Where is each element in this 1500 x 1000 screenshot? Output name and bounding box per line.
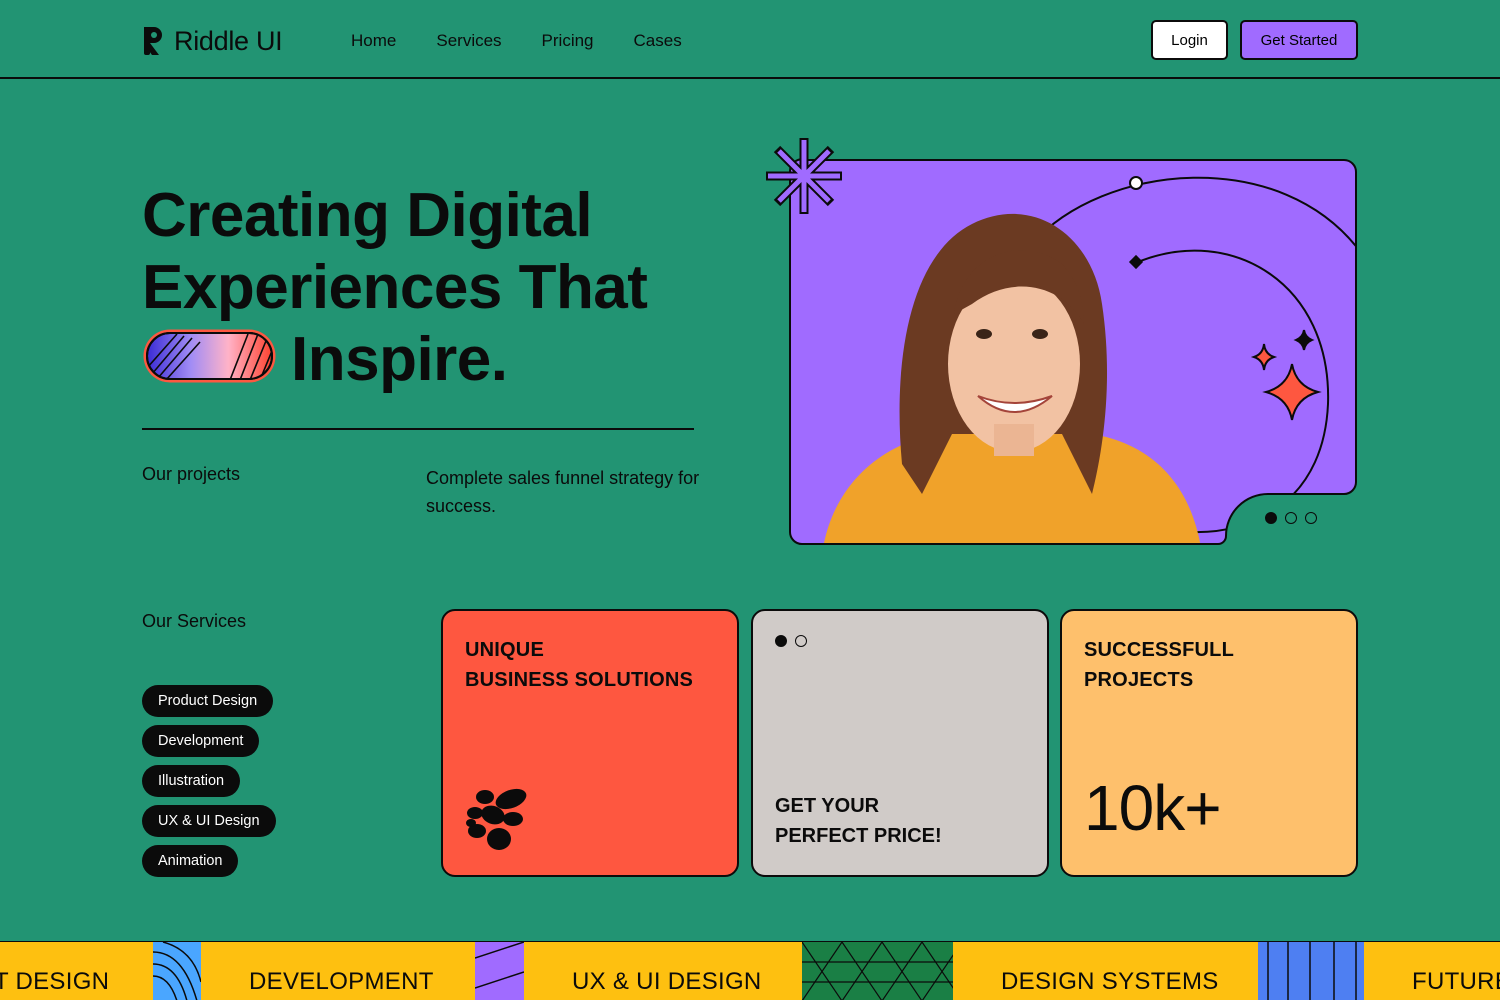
marquee-triangle-grid-icon [802, 942, 953, 1000]
services-label: Our Services [142, 611, 247, 631]
hero-title-line-3-wrap: Inspire. [142, 324, 742, 396]
card-price-dots [775, 635, 1025, 647]
card-projects-line-1: SUCCESSFULL [1084, 639, 1234, 661]
card-price-line-2: PERFECT PRICE! [775, 825, 942, 847]
orbit-node-icon [1129, 176, 1143, 190]
card-projects-heading: SUCCESSFULL PROJECTS [1084, 635, 1334, 695]
nav-cases[interactable]: Cases [634, 31, 682, 51]
nav-home[interactable]: Home [351, 31, 396, 51]
main-nav: Home Services Pricing Cases [351, 31, 682, 51]
nav-services[interactable]: Services [436, 31, 501, 51]
marquee-item-1: T DESIGN [0, 968, 110, 995]
logo-mark-icon [144, 27, 162, 55]
logo-text: Riddle UI [174, 25, 283, 56]
tag-ux-ui-design[interactable]: UX & UI Design [142, 805, 276, 837]
marquee-bars-icon [1258, 942, 1364, 1000]
card-business-heading: UNIQUE BUSINESS SOLUTIONS [465, 635, 715, 695]
marquee-item-4: DESIGN SYSTEMS [1001, 968, 1219, 995]
carousel-dot-2[interactable] [1285, 512, 1297, 524]
card-dot-2[interactable] [795, 635, 807, 647]
tag-animation[interactable]: Animation [142, 845, 239, 877]
logo[interactable]: Riddle UI [142, 24, 283, 58]
card-perfect-price[interactable]: GET YOUR PERFECT PRICE! [751, 609, 1049, 877]
carousel-dot-3[interactable] [1305, 512, 1317, 524]
our-projects-link[interactable]: Our projects [142, 464, 240, 485]
projects-count: 10k+ [1084, 772, 1222, 844]
asterisk-burst-icon [766, 138, 842, 214]
card-business-line-2: BUSINESS SOLUTIONS [465, 669, 694, 691]
marquee-stripe-icon [475, 942, 524, 1000]
marquee-item-5: FUTURE [1412, 968, 1500, 995]
hero-divider [142, 428, 694, 430]
card-projects-line-2: PROJECTS [1084, 669, 1194, 691]
carousel-dot-1[interactable] [1265, 512, 1277, 524]
marquee-arc-pattern-icon [153, 942, 201, 1000]
hero-title-line-3: Inspire. [291, 325, 508, 394]
hero-image-card [762, 134, 1362, 550]
hero-title-line-1: Creating Digital [142, 181, 593, 250]
gradient-pill-icon [143, 329, 276, 383]
nav-pricing[interactable]: Pricing [542, 31, 594, 51]
marquee-item-2: DEVELOPMENT [249, 968, 434, 995]
services-marquee: T DESIGN DEVELOPMENT UX & UI DESIGN DESI… [0, 941, 1500, 1000]
site-header: Riddle UI Home Services Pricing Cases Lo… [0, 0, 1500, 79]
card-dot-1[interactable] [775, 635, 787, 647]
hero-description: Complete sales funnel strategy for succe… [426, 468, 700, 516]
hero-carousel-dots [1265, 512, 1317, 524]
tag-illustration[interactable]: Illustration [142, 765, 241, 797]
hero-image-frame [766, 138, 1357, 545]
hero-title-line-2: Experiences That [142, 253, 648, 322]
tag-product-design[interactable]: Product Design [142, 685, 274, 717]
card-business-solutions[interactable]: UNIQUE BUSINESS SOLUTIONS [441, 609, 739, 877]
get-started-button[interactable]: Get Started [1240, 20, 1358, 60]
tag-development[interactable]: Development [142, 725, 260, 757]
login-button[interactable]: Login [1151, 20, 1228, 60]
hero-title: Creating Digital Experiences That Inspir… [142, 180, 742, 396]
card-price-heading: GET YOUR PERFECT PRICE! [775, 791, 942, 851]
card-successful-projects[interactable]: SUCCESSFULL PROJECTS 10k+ [1060, 609, 1358, 877]
marquee-item-3: UX & UI DESIGN [572, 968, 762, 995]
card-price-line-1: GET YOUR [775, 795, 880, 817]
blob-cluster-icon [466, 788, 527, 850]
service-tags: Product Design Development Illustration … [142, 685, 276, 877]
card-business-line-1: UNIQUE [465, 639, 544, 661]
